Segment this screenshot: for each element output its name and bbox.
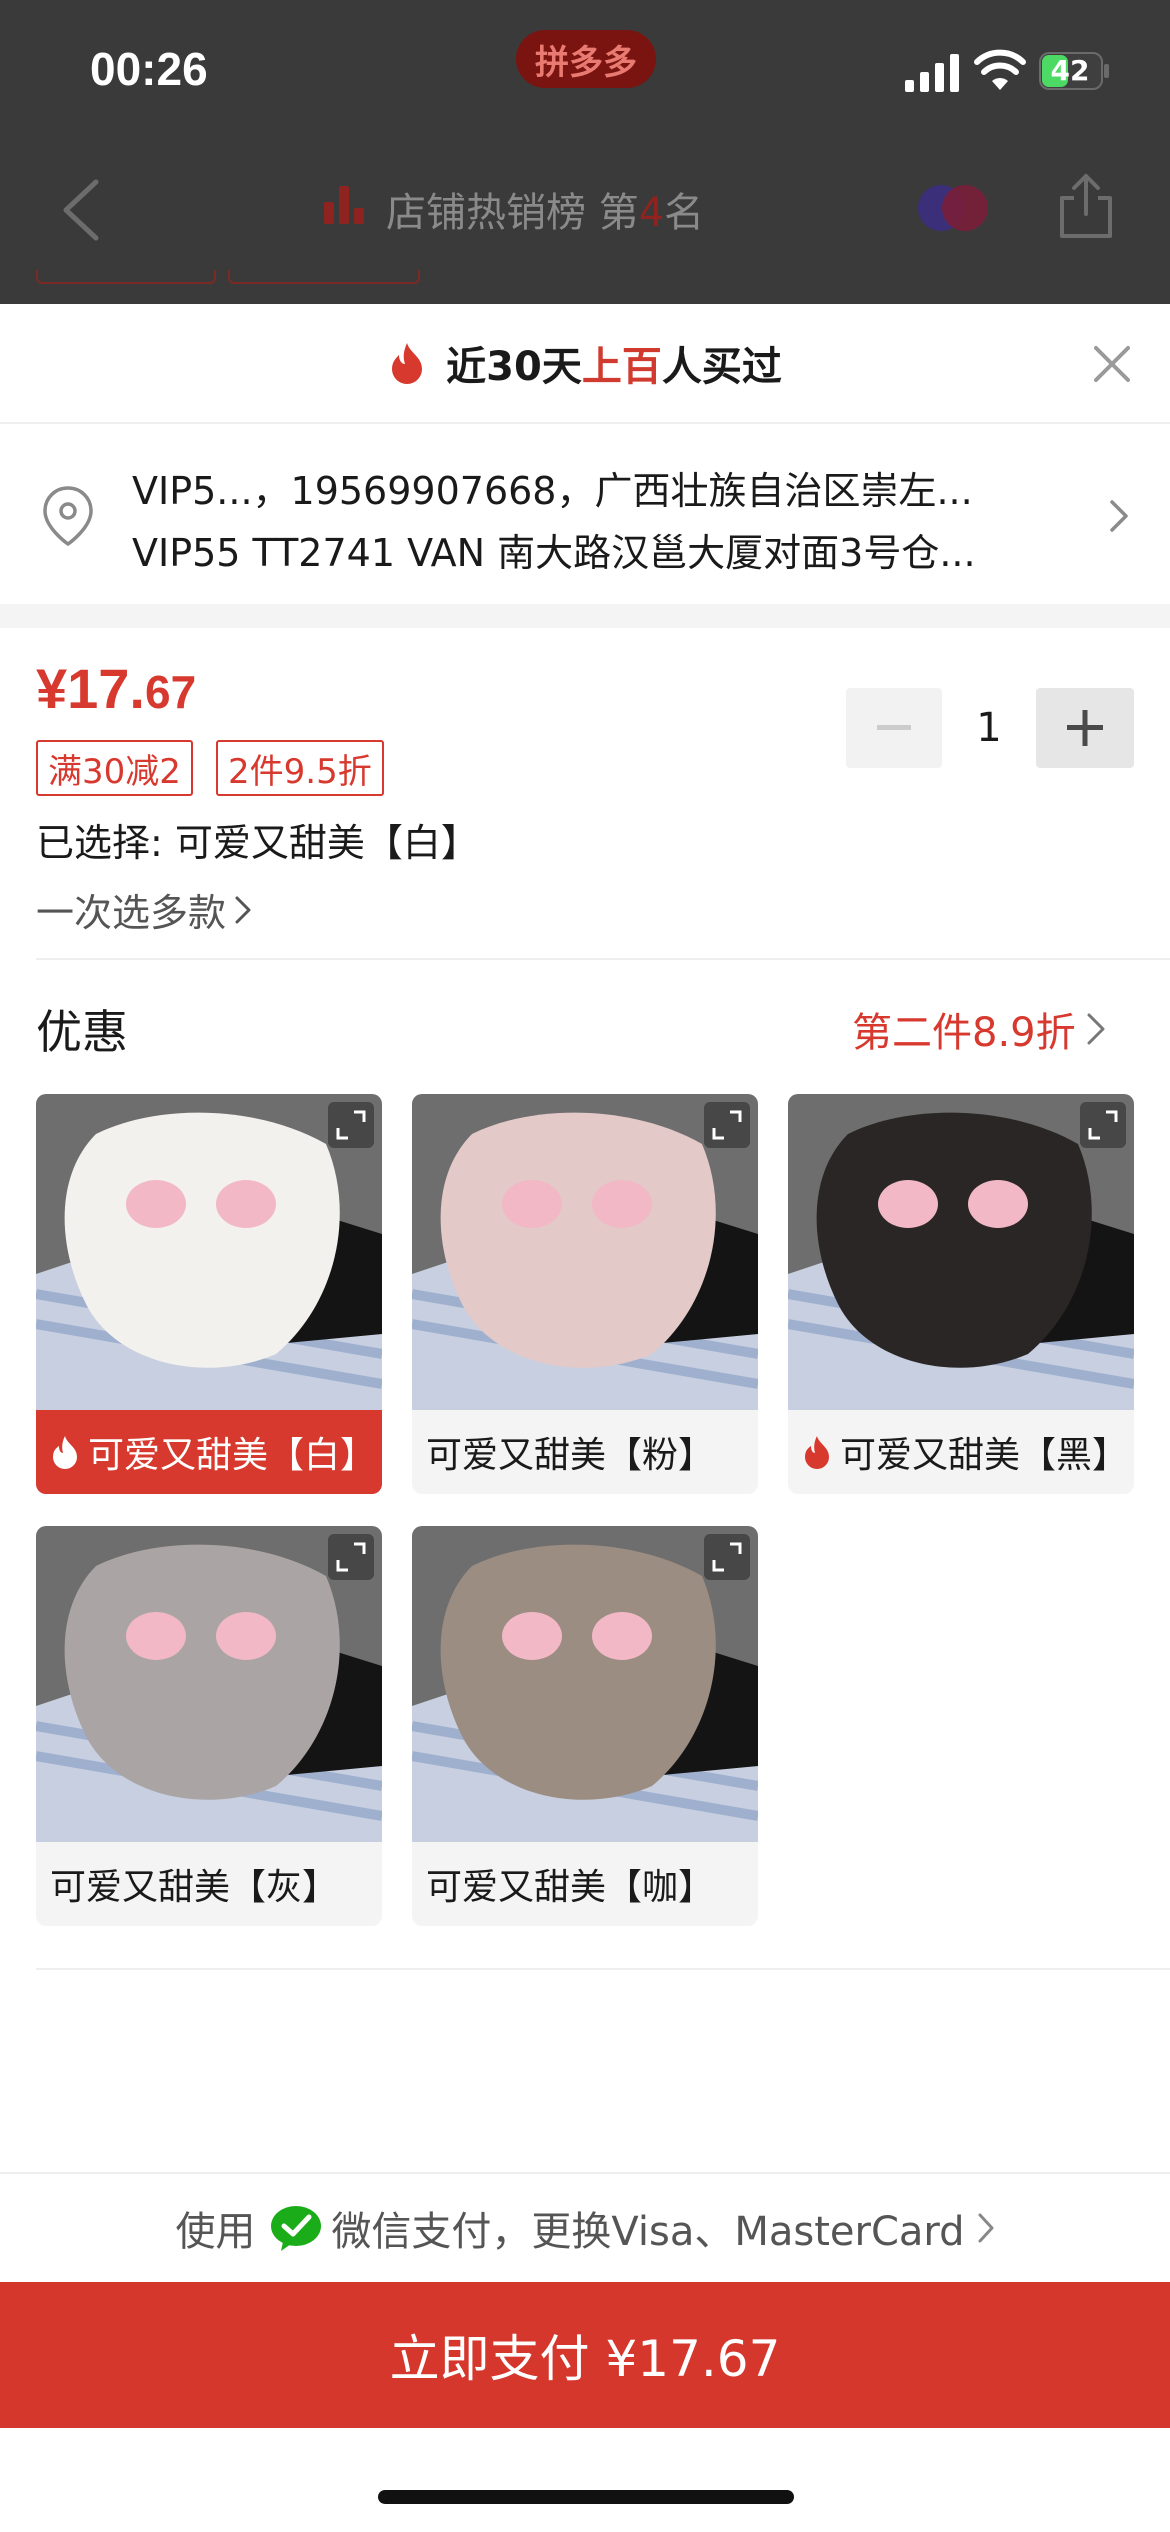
background-tag — [36, 270, 216, 284]
divider — [36, 1968, 1170, 1970]
quantity-increase-button[interactable] — [1036, 688, 1134, 768]
rank-suffix: 名 — [664, 190, 705, 236]
location-pin-icon — [43, 486, 93, 547]
selected-variant: 已选择: 可爱又甜美【白】 — [36, 821, 479, 865]
close-icon[interactable] — [1092, 344, 1132, 384]
wechat-pay-icon — [271, 2206, 322, 2251]
variant-name: 可爱又甜美【咖】 — [426, 1867, 715, 1908]
sheet-title: 近30天上百人买过 — [446, 334, 782, 392]
rank-prefix: 店铺热销榜 第 — [386, 190, 639, 236]
title-suffix: 人买过 — [661, 344, 782, 390]
rank-chart-icon — [324, 186, 364, 224]
address-line-1: VIP5...，19569907668，广西壮族自治区崇左... — [132, 469, 973, 513]
shop-rank-text[interactable]: 店铺热销榜 第4名 — [386, 180, 704, 238]
plus-icon — [1067, 710, 1103, 746]
expand-icon[interactable] — [704, 1102, 750, 1148]
chevron-right-icon — [235, 896, 251, 923]
status-time: 00:26 — [90, 43, 208, 95]
background-tag — [228, 270, 420, 284]
chevron-right-icon — [1087, 1013, 1105, 1045]
section-separator — [0, 604, 1170, 628]
rank-number: 4 — [638, 190, 665, 236]
wifi-icon — [974, 49, 1026, 90]
payment-method-row[interactable]: 使用 微信支付，更换Visa、MasterCard — [0, 2172, 1170, 2282]
fire-icon — [805, 1436, 829, 1469]
shipping-address[interactable] — [0, 426, 1170, 604]
brand-badge: 拼多多 — [516, 30, 656, 88]
expand-icon[interactable] — [328, 1102, 374, 1148]
variant-card[interactable]: 可爱又甜美【灰】 — [36, 1526, 382, 1926]
minus-icon — [877, 725, 911, 730]
chevron-right-icon — [1110, 500, 1128, 532]
variant-card[interactable]: 可爱又甜美【粉】 — [412, 1094, 758, 1494]
title-highlight: 上百 — [581, 344, 662, 390]
multi-select-label: 一次选多款 — [36, 891, 227, 935]
signal-icon — [905, 54, 959, 92]
variant-card[interactable]: 可爱又甜美【白】 — [36, 1094, 382, 1494]
payment-text: 微信支付，更换Visa、MasterCard — [331, 2209, 965, 2255]
pay-now-button[interactable]: 立即支付 ¥17.67 — [0, 2282, 1170, 2428]
fire-icon — [392, 343, 423, 384]
status-bar: 00:26 拼多多 42 — [0, 0, 1170, 150]
sheet-header: 近30天上百人买过 — [0, 304, 1170, 424]
offers-link[interactable]: 第二件8.9折 — [852, 1000, 1106, 1058]
variant-label: 可爱又甜美【咖】 — [412, 1842, 758, 1926]
address-line-2: VIP55 TT2741 VAN 南大路汉邕大厦对面3号仓... — [132, 531, 976, 575]
expand-icon[interactable] — [328, 1534, 374, 1580]
payment-prefix: 使用 — [175, 2209, 256, 2255]
title-prefix: 近30天 — [446, 344, 582, 390]
divider — [36, 958, 1170, 960]
back-icon[interactable] — [58, 178, 108, 242]
variant-label: 可爱又甜美【黑】 — [788, 1410, 1134, 1494]
share-icon[interactable] — [1056, 172, 1116, 240]
quantity-value[interactable]: 1 — [942, 688, 1036, 768]
price-main: ¥17. — [36, 657, 145, 720]
home-indicator — [378, 2490, 794, 2504]
variant-label: 可爱又甜美【粉】 — [412, 1410, 758, 1494]
battery-level: 42 — [1050, 53, 1090, 87]
offers-link-label: 第二件8.9折 — [852, 1010, 1076, 1056]
variant-card[interactable]: 可爱又甜美【咖】 — [412, 1526, 758, 1926]
offers-title: 优惠 — [36, 1005, 128, 1059]
expand-icon[interactable] — [1080, 1102, 1126, 1148]
promo-tag: 2件9.5折 — [216, 740, 384, 796]
multi-select-link[interactable]: 一次选多款 — [36, 882, 252, 937]
variant-name: 可爱又甜美【灰】 — [50, 1867, 339, 1908]
price-cents: 67 — [145, 666, 197, 718]
variant-label: 可爱又甜美【白】 — [36, 1410, 382, 1494]
quantity-decrease-button[interactable] — [846, 688, 942, 768]
variant-card[interactable]: 可爱又甜美【黑】 — [788, 1094, 1134, 1494]
variant-name: 可爱又甜美【黑】 — [840, 1435, 1129, 1476]
avatar-icon[interactable] — [915, 183, 991, 233]
fire-icon — [53, 1436, 77, 1469]
variant-name: 可爱又甜美【粉】 — [426, 1435, 715, 1476]
product-price: ¥17.67 — [36, 656, 196, 721]
expand-icon[interactable] — [704, 1534, 750, 1580]
promo-tag: 满30减2 — [36, 740, 193, 796]
variant-label: 可爱又甜美【灰】 — [36, 1842, 382, 1926]
variant-name: 可爱又甜美【白】 — [88, 1435, 377, 1476]
chevron-right-icon — [978, 2213, 994, 2243]
